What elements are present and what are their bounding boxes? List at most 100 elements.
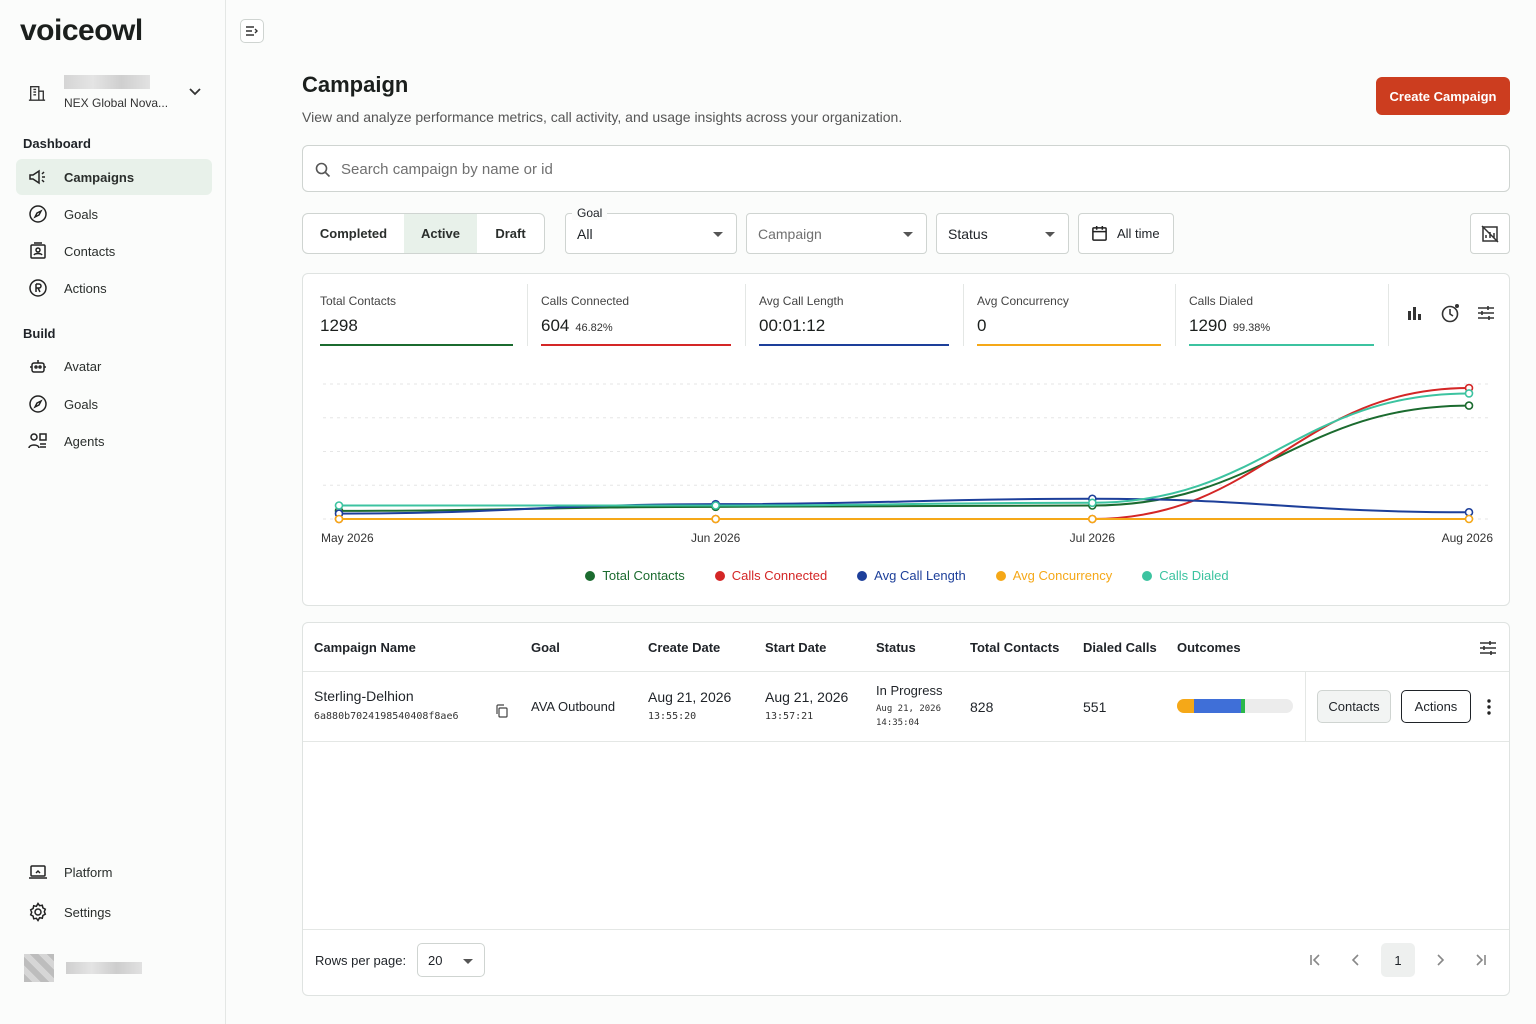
data-point[interactable]	[334, 501, 344, 510]
dropdown-arrow-icon	[903, 232, 913, 237]
create-campaign-button[interactable]: Create Campaign	[1376, 77, 1510, 115]
sidebar-item-avatar[interactable]: Avatar	[16, 348, 212, 384]
first-page-button[interactable]	[1298, 943, 1332, 977]
metric-value: 1290	[1189, 316, 1227, 335]
legend-item[interactable]: Total Contacts	[585, 568, 685, 583]
compass-icon	[28, 394, 48, 414]
data-point[interactable]	[711, 514, 720, 524]
data-point[interactable]	[1088, 498, 1097, 508]
sidebar-item-settings[interactable]: Settings	[16, 894, 212, 930]
bar-chart-toggle-button[interactable]	[1403, 302, 1425, 324]
org-switcher[interactable]: NEX Global Nova...	[16, 70, 212, 116]
data-point[interactable]	[1088, 514, 1097, 524]
column-header[interactable]: Dialed Calls	[1083, 640, 1157, 655]
date-range-button[interactable]: All time	[1078, 213, 1174, 254]
agents-icon	[28, 431, 48, 451]
sidebar-item-label: Actions	[64, 280, 107, 296]
sidebar-item-contacts[interactable]: Contacts	[16, 233, 212, 269]
legend-item[interactable]: Calls Connected	[714, 568, 828, 583]
sidebar-item-actions[interactable]: Actions	[16, 270, 212, 306]
status-segmented-control: Completed Active Draft	[302, 213, 545, 254]
metric-avg-concurrency[interactable]: Avg Concurrency 0	[977, 284, 1161, 346]
building-icon	[28, 86, 46, 101]
legend-dot-icon	[714, 570, 725, 581]
tab-completed[interactable]: Completed	[303, 214, 404, 253]
column-header[interactable]: Total Contacts	[970, 640, 1059, 655]
column-header[interactable]: Outcomes	[1177, 640, 1241, 655]
legend-item[interactable]: Avg Call Length	[857, 568, 966, 583]
metric-underline	[1189, 344, 1374, 346]
metric-divider	[745, 284, 746, 346]
next-page-button[interactable]	[1423, 943, 1457, 977]
outcomes-bar[interactable]	[1177, 699, 1293, 713]
legend-label: Calls Connected	[731, 568, 828, 583]
outcome-segment	[1240, 699, 1246, 713]
metric-divider	[963, 284, 964, 346]
column-header[interactable]: Create Date	[648, 640, 720, 655]
search-input[interactable]	[341, 156, 1491, 182]
status-select[interactable]: Status	[936, 213, 1069, 254]
campaign-select[interactable]: Campaign	[746, 213, 927, 254]
data-point[interactable]	[1464, 401, 1474, 410]
kebab-menu-icon	[1487, 699, 1491, 715]
actions-button[interactable]: Actions	[1401, 690, 1471, 723]
legend-item[interactable]: Avg Concurrency	[995, 568, 1112, 583]
goal-select[interactable]: Goal All	[565, 206, 737, 254]
sidebar-item-agents[interactable]: Agents	[16, 423, 212, 459]
metric-underline	[759, 344, 949, 346]
data-point[interactable]	[334, 514, 344, 524]
dialed-calls-cell: 551	[1083, 699, 1107, 715]
divider	[303, 741, 1509, 742]
metric-underline	[541, 344, 731, 346]
metric-calls-dialed[interactable]: Calls Dialed 1290 99.38%	[1189, 284, 1374, 346]
last-page-button[interactable]	[1464, 943, 1498, 977]
status-select-value: Status	[948, 226, 988, 242]
metric-total-contacts[interactable]: Total Contacts 1298	[320, 284, 513, 346]
sidebar-item-label: Campaigns	[64, 169, 135, 185]
contacts-button[interactable]: Contacts	[1317, 690, 1391, 723]
dropdown-arrow-icon	[713, 232, 723, 237]
legend-dot-icon	[857, 570, 868, 581]
legend-item[interactable]: Calls Dialed	[1142, 568, 1229, 583]
column-header[interactable]: Goal	[531, 640, 560, 655]
metrics-card: Total Contacts 1298 Calls Connected 604 4…	[302, 273, 1510, 606]
status-text: In Progress	[876, 683, 943, 698]
metric-avg-call-length[interactable]: Avg Call Length 00:01:12	[759, 284, 949, 346]
sidebar-item-label: Contacts	[64, 243, 116, 259]
metric-label: Calls Connected	[541, 294, 630, 308]
previous-page-button[interactable]	[1339, 943, 1373, 977]
sidebar-item-goals-build[interactable]: Goals	[16, 386, 212, 422]
metric-label: Avg Concurrency	[977, 294, 1069, 308]
data-point[interactable]	[1464, 514, 1474, 524]
time-range-button[interactable]	[1439, 302, 1461, 324]
last-page-icon	[1476, 954, 1486, 966]
sidebar-item-goals[interactable]: Goals	[16, 196, 212, 232]
chart-settings-button[interactable]	[1475, 302, 1497, 324]
user-profile[interactable]	[24, 954, 154, 982]
page-number-button[interactable]: 1	[1381, 943, 1415, 977]
sidebar-item-label: Agents	[64, 433, 105, 449]
more-options-button[interactable]	[1481, 696, 1497, 718]
hide-chart-button[interactable]	[1470, 213, 1510, 254]
sidebar: voiceowl NEX Global Nova... Dashboard Ca…	[0, 0, 226, 1024]
campaign-name[interactable]: Sterling-Delhion	[314, 688, 414, 704]
metric-calls-connected[interactable]: Calls Connected 604 46.82%	[541, 284, 731, 346]
column-header[interactable]: Start Date	[765, 640, 826, 655]
tab-draft[interactable]: Draft	[477, 214, 544, 253]
collapse-sidebar-button[interactable]	[240, 19, 264, 43]
sidebar-item-campaigns[interactable]: Campaigns	[16, 159, 212, 195]
column-settings-button[interactable]	[1479, 639, 1497, 662]
metric-value: 00:01:12	[759, 316, 826, 335]
data-point[interactable]	[1464, 389, 1474, 398]
tab-active[interactable]: Active	[404, 214, 477, 253]
column-header[interactable]: Campaign Name	[314, 640, 416, 655]
app-logo: voiceowl	[20, 14, 143, 47]
column-header[interactable]: Status	[876, 640, 916, 655]
data-point[interactable]	[711, 501, 720, 510]
copy-id-button[interactable]	[495, 704, 508, 723]
rows-per-page-select[interactable]: 20	[417, 943, 485, 977]
legend-dot-icon	[1142, 570, 1153, 581]
sidebar-item-platform[interactable]: Platform	[16, 854, 212, 890]
copy-icon	[496, 704, 508, 718]
metric-value-wrap: 1298	[320, 316, 358, 336]
